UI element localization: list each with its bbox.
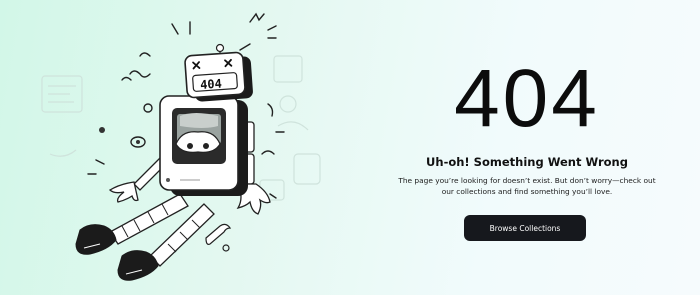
error-content: 404 Uh-oh! Something Went Wrong The page…: [392, 0, 662, 295]
broken-robot-illustration: 404: [30, 4, 330, 289]
broken-robot-icon: 404: [41, 12, 321, 281]
browse-collections-button[interactable]: Browse Collections: [464, 215, 586, 241]
error-message: The page you’re looking for doesn’t exis…: [398, 176, 656, 196]
error-code: 404: [454, 53, 600, 144]
error-page: 404 404 Uh-oh! Something Went Wrong The …: [0, 0, 700, 295]
robot-screen-text: 404: [200, 77, 223, 92]
error-headline: Uh-oh! Something Went Wrong: [426, 155, 628, 169]
